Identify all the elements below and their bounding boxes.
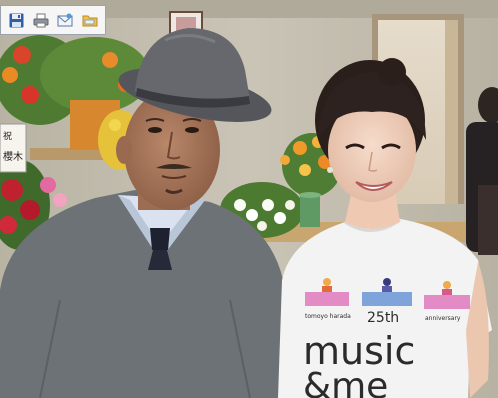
floppy-disk-icon	[9, 13, 24, 27]
tshirt-small-text-right: anniversary	[425, 315, 461, 322]
photo: 祝 櫻木 tomoyo harada 25th anniversary musi…	[0, 0, 498, 398]
tshirt-block-blue	[362, 292, 412, 306]
tshirt-small-text-left: tomoyo harada	[305, 313, 351, 320]
printer-icon	[33, 13, 49, 27]
tshirt-block-pink-right	[424, 295, 470, 309]
email-button[interactable]	[56, 11, 75, 30]
tshirt-text-me: &me	[303, 366, 388, 398]
folder-button[interactable]	[81, 11, 100, 30]
door-edge	[445, 20, 458, 204]
tshirt-25th: 25th	[367, 310, 399, 326]
sign-text: 櫻木	[3, 150, 23, 163]
print-button[interactable]	[32, 11, 51, 30]
image-toolbar	[0, 5, 106, 35]
folder-icon	[82, 15, 98, 27]
congratulation-sign: 祝 櫻木	[0, 123, 27, 173]
save-button[interactable]	[7, 11, 26, 30]
email-icon	[57, 13, 73, 27]
tshirt-block-pink-left	[305, 292, 349, 306]
image-viewer: 祝 櫻木 tomoyo harada 25th anniversary musi…	[0, 0, 498, 398]
sign-prefix: 祝	[3, 130, 12, 142]
